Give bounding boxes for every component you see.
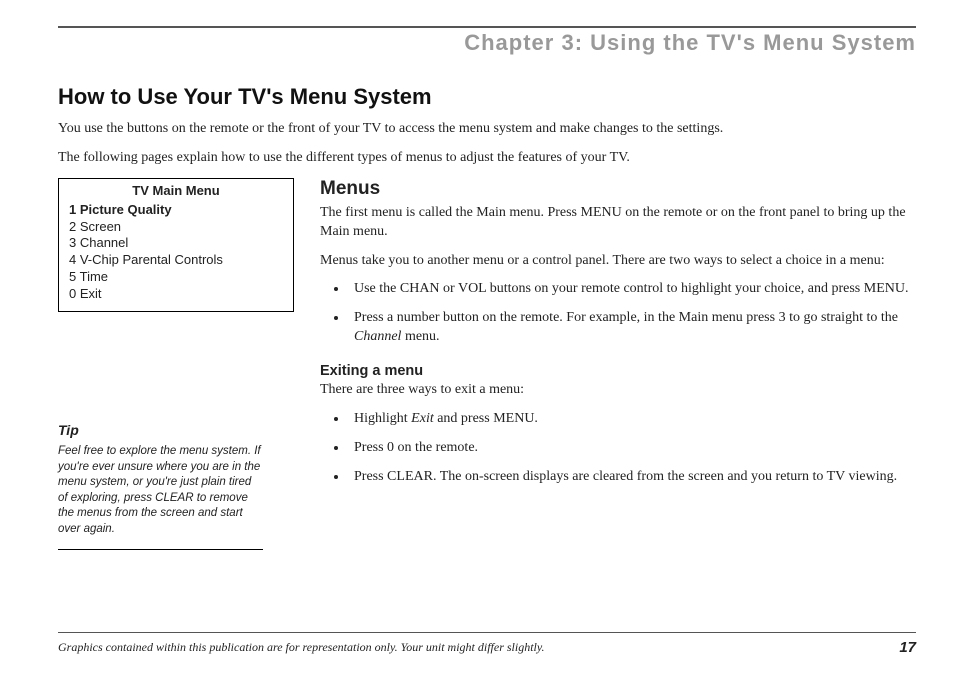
menu-item: 1 Picture Quality [69, 202, 283, 219]
intro-paragraph-2: The following pages explain how to use t… [58, 149, 916, 168]
menus-paragraph-2: Menus take you to another menu or a cont… [320, 252, 916, 271]
intro-paragraph-1: You use the buttons on the remote or the… [58, 120, 916, 139]
content-columns: TV Main Menu 1 Picture Quality2 Screen3 … [58, 178, 916, 550]
menu-item: 5 Time [69, 269, 283, 286]
top-rule [58, 26, 916, 28]
right-column: Menus The first menu is called the Main … [320, 178, 916, 550]
exiting-heading: Exiting a menu [320, 363, 916, 379]
exit-bullet-1: Highlight Exit and press MENU. [348, 410, 916, 429]
exiting-paragraph: There are three ways to exit a menu: [320, 381, 916, 400]
chapter-title: Chapter 3: Using the TV's Menu System [58, 30, 916, 56]
footer-disclaimer: Graphics contained within this publicati… [58, 640, 545, 655]
menus-heading: Menus [320, 178, 916, 200]
menu-items-list: 1 Picture Quality2 Screen3 Channel4 V-Ch… [69, 202, 283, 303]
page-footer: Graphics contained within this publicati… [58, 632, 916, 656]
menu-box-title: TV Main Menu [69, 183, 283, 200]
exiting-bullet-list: Highlight Exit and press MENU. Press 0 o… [320, 410, 916, 487]
menus-bullet-2: Press a number button on the remote. For… [348, 309, 916, 347]
menus-bullet-list: Use the CHAN or VOL buttons on your remo… [320, 280, 916, 347]
tv-main-menu-box: TV Main Menu 1 Picture Quality2 Screen3 … [58, 178, 294, 312]
intro-block: You use the buttons on the remote or the… [58, 120, 916, 168]
menu-item: 4 V-Chip Parental Controls [69, 252, 283, 269]
page-number: 17 [899, 639, 916, 656]
menus-bullet-1: Use the CHAN or VOL buttons on your remo… [348, 280, 916, 299]
section-title: How to Use Your TV's Menu System [58, 84, 916, 110]
exit-bullet-2: Press 0 on the remote. [348, 439, 916, 458]
tip-heading: Tip [58, 422, 294, 438]
left-column: TV Main Menu 1 Picture Quality2 Screen3 … [58, 178, 294, 550]
page: Chapter 3: Using the TV's Menu System Ho… [0, 0, 954, 674]
menu-item: 3 Channel [69, 235, 283, 252]
tip-text: Feel free to explore the menu system. If… [58, 444, 263, 550]
tip-block: Tip Feel free to explore the menu system… [58, 422, 294, 550]
menus-paragraph-1: The first menu is called the Main menu. … [320, 204, 916, 242]
menu-item: 0 Exit [69, 286, 283, 303]
menu-item: 2 Screen [69, 219, 283, 236]
exit-bullet-3: Press CLEAR. The on-screen displays are … [348, 468, 916, 487]
